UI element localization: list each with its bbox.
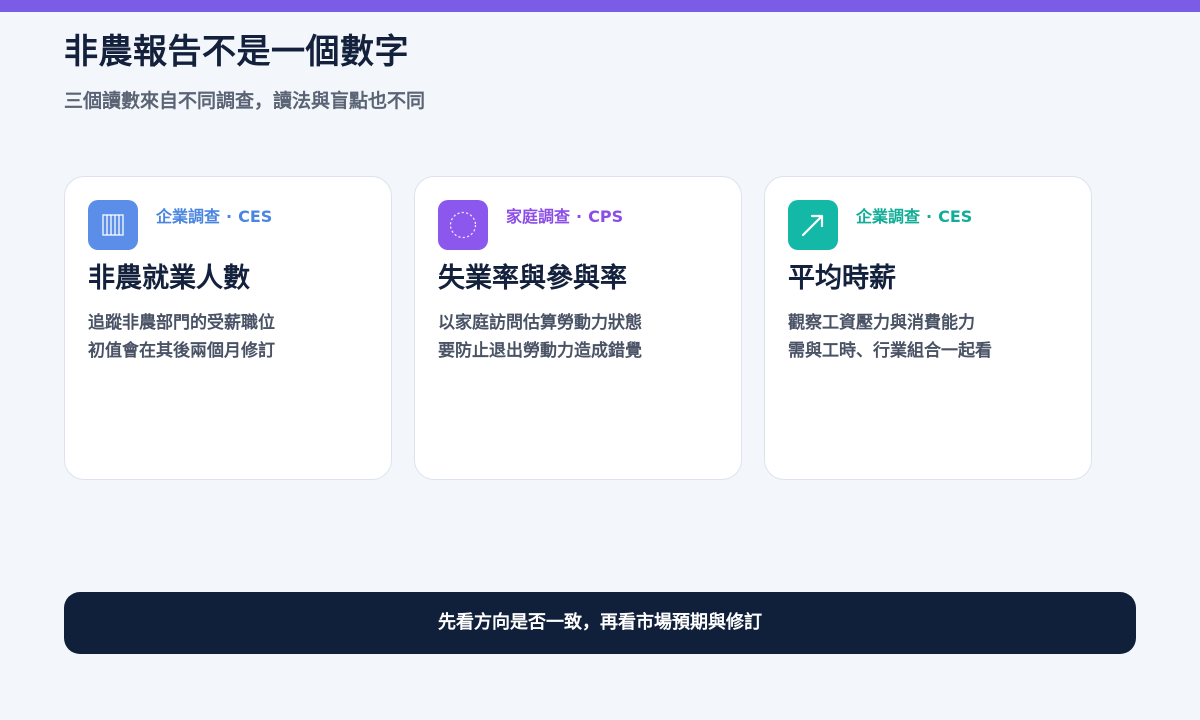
top-accent-bar xyxy=(0,0,1200,12)
source-code: CPS xyxy=(588,207,624,226)
page-title: 非農報告不是一個數字 xyxy=(64,32,409,72)
card-title: 非農就業人數 xyxy=(88,263,250,294)
card-unemployment-participation: 家庭調查 · CPS 失業率與參與率 以家庭訪問估算勞動力狀態 要防止退出勞動力造成… xyxy=(414,176,742,480)
card-description-line: 初值會在其後兩個月修訂 xyxy=(88,341,275,361)
source-separator: · xyxy=(926,207,933,226)
source-code: CES xyxy=(238,207,273,226)
source-separator: · xyxy=(226,207,233,226)
card-description-line: 追蹤非農部門的受薪職位 xyxy=(88,313,275,333)
footer-banner: 先看方向是否一致，再看市場預期與修訂 xyxy=(64,592,1136,654)
card-description-line: 以家庭訪問估算勞動力狀態 xyxy=(438,313,642,333)
card-nonfarm-payrolls: 企業調查 · CES 非農就業人數 追蹤非農部門的受薪職位 初值會在其後兩個月修訂 xyxy=(64,176,392,480)
arrow-up-right-icon xyxy=(788,200,838,250)
card-source: 企業調查 · CES xyxy=(156,206,272,228)
card-description-line: 需與工時、行業組合一起看 xyxy=(788,341,992,361)
source-label: 企業調查 xyxy=(856,207,921,226)
footer-text: 先看方向是否一致，再看市場預期與修訂 xyxy=(438,612,762,633)
dashed-circle-icon xyxy=(438,200,488,250)
source-separator: · xyxy=(576,207,583,226)
bar-stack-icon xyxy=(88,200,138,250)
card-grid: 企業調查 · CES 非農就業人數 追蹤非農部門的受薪職位 初值會在其後兩個月修訂 … xyxy=(64,176,1096,482)
card-source: 企業調查 · CES xyxy=(856,206,972,228)
card-description-line: 要防止退出勞動力造成錯覺 xyxy=(438,341,642,361)
source-label: 企業調查 xyxy=(156,207,221,226)
card-source: 家庭調查 · CPS xyxy=(506,206,623,228)
source-code: CES xyxy=(938,207,973,226)
card-description-line: 觀察工資壓力與消費能力 xyxy=(788,313,975,333)
card-title: 平均時薪 xyxy=(788,263,896,294)
source-label: 家庭調查 xyxy=(506,207,571,226)
card-title: 失業率與參與率 xyxy=(438,263,627,294)
page-subtitle: 三個讀數來自不同調查，讀法與盲點也不同 xyxy=(64,90,426,112)
card-average-hourly-earnings: 企業調查 · CES 平均時薪 觀察工資壓力與消費能力 需與工時、行業組合一起看 xyxy=(764,176,1092,480)
